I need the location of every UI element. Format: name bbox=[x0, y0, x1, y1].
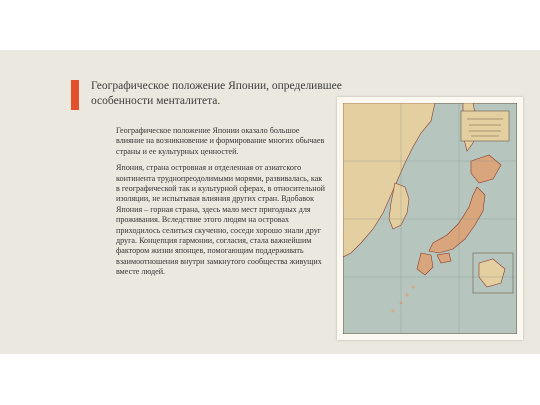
title-accent-bar bbox=[71, 80, 79, 110]
map-of-japan-image bbox=[337, 97, 523, 340]
slide-body-text: Географическое положение Японии оказало … bbox=[116, 126, 328, 284]
map-illustration bbox=[343, 103, 517, 334]
slide-title: Географическое положение Японии, определ… bbox=[91, 80, 342, 107]
paragraph-1: Географическое положение Японии оказало … bbox=[116, 126, 325, 156]
paragraph-2: Япония, страна островная и отделенная от… bbox=[116, 163, 325, 277]
